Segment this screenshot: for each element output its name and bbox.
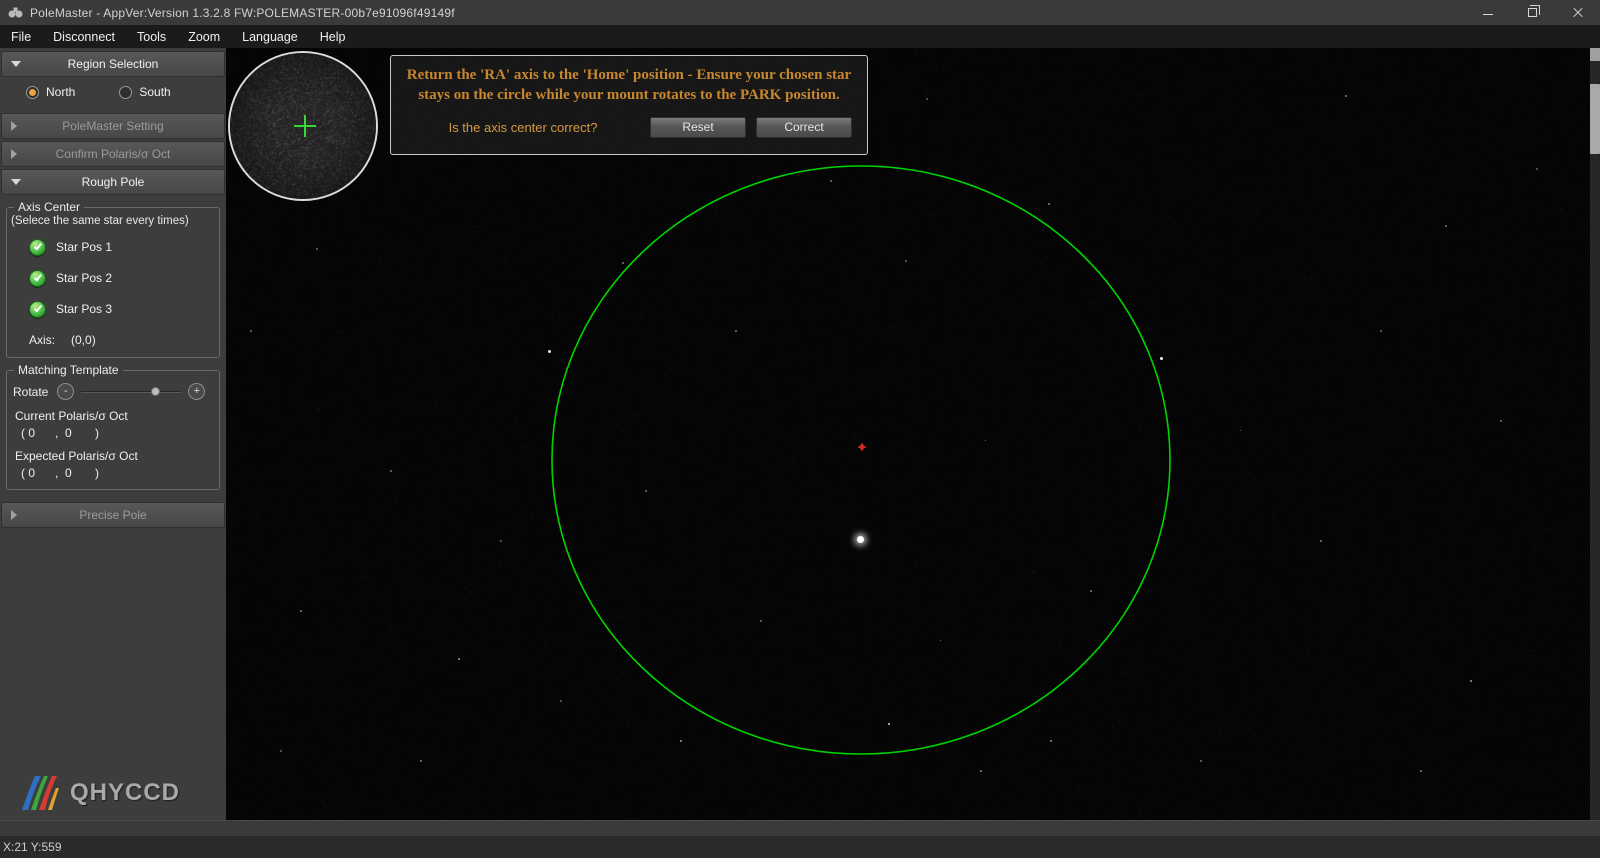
qhyccd-logo-text: QHYCCD (70, 779, 180, 807)
instruction-actions: Is the axis center correct? Reset Correc… (404, 117, 854, 138)
scrollbar-thumb[interactable] (1590, 84, 1600, 154)
section-title: Rough Pole (82, 175, 145, 189)
slider-thumb[interactable] (151, 387, 160, 396)
radio-south[interactable]: South (119, 85, 170, 99)
menubar: File Disconnect Tools Zoom Language Help (0, 25, 1600, 48)
qhyccd-logo: QHYCCD (18, 774, 180, 812)
titlebar: PoleMaster - AppVer:Version 1.3.2.8 FW:P… (0, 0, 1600, 25)
menu-file[interactable]: File (0, 25, 42, 48)
status-strip (0, 820, 1600, 836)
window-controls (1465, 0, 1600, 25)
restore-icon (1528, 8, 1537, 17)
section-precise-pole[interactable]: Precise Pole (1, 502, 225, 528)
axis-center-group: Axis Center (Selece the same star every … (6, 200, 220, 358)
expand-icon (11, 510, 17, 520)
reset-button[interactable]: Reset (650, 117, 746, 138)
collapse-icon (11, 61, 21, 67)
axis-readout: Axis: (0,0) (29, 333, 213, 347)
star-pos-1-button[interactable]: Star Pos 1 (29, 236, 213, 258)
collapse-icon (11, 179, 21, 185)
menu-help[interactable]: Help (309, 25, 357, 48)
menu-disconnect[interactable]: Disconnect (42, 25, 126, 48)
axis-center-title: Axis Center (14, 200, 84, 214)
axis-center-subtitle: (Selece the same star every times) (11, 215, 213, 227)
scroll-up-arrow[interactable] (1590, 48, 1600, 61)
rotate-plus-button[interactable]: + (188, 383, 205, 400)
starfield-noise (226, 48, 1590, 820)
radio-unselected-icon (119, 86, 132, 99)
star-pos-2-label: Star Pos 2 (56, 271, 112, 285)
matching-template-group: Matching Template Rotate - + Current Pol… (6, 363, 220, 490)
section-confirm-polaris[interactable]: Confirm Polaris/σ Oct (1, 141, 225, 167)
window-title: PoleMaster - AppVer:Version 1.3.2.8 FW:P… (30, 6, 455, 20)
content-area: Region Selection North South PoleMaster … (0, 48, 1600, 820)
check-icon (29, 239, 46, 256)
check-icon (29, 270, 46, 287)
rotate-minus-button[interactable]: - (57, 383, 74, 400)
section-rough-pole[interactable]: Rough Pole (1, 169, 225, 195)
slider-track (81, 391, 181, 393)
cursor-coordinates: X:21 Y:559 (3, 840, 62, 854)
current-polaris-label: Current Polaris/σ Oct (15, 409, 213, 423)
close-icon (1572, 7, 1584, 19)
expected-polaris-value: ( 0 , 0 ) (21, 466, 213, 480)
check-icon (29, 301, 46, 318)
close-button[interactable] (1555, 0, 1600, 25)
qhyccd-logo-icon (18, 774, 62, 812)
axis-value: (0,0) (71, 333, 96, 347)
instruction-text: Return the 'RA' axis to the 'Home' posit… (404, 65, 854, 106)
star-pos-2-button[interactable]: Star Pos 2 (29, 267, 213, 289)
expand-icon (11, 121, 17, 131)
polemaster-window: PoleMaster - AppVer:Version 1.3.2.8 FW:P… (0, 0, 1600, 858)
section-title: Confirm Polaris/σ Oct (56, 147, 171, 161)
section-title: PoleMaster Setting (62, 119, 163, 133)
rotate-control: Rotate - + (13, 383, 213, 400)
menu-language[interactable]: Language (231, 25, 309, 48)
star-pos-3-button[interactable]: Star Pos 3 (29, 298, 213, 320)
vertical-scrollbar[interactable] (1590, 48, 1600, 820)
crosshair-icon (304, 115, 306, 137)
minimize-button[interactable] (1465, 0, 1510, 25)
rotate-slider[interactable] (81, 384, 181, 400)
radio-north[interactable]: North (26, 85, 75, 99)
section-title: Region Selection (68, 57, 159, 71)
menu-zoom[interactable]: Zoom (177, 25, 231, 48)
matching-template-title: Matching Template (14, 363, 123, 377)
rotate-label: Rotate (13, 385, 48, 399)
region-radio-group: North South (0, 77, 226, 105)
minimize-icon (1483, 14, 1493, 15)
section-title: Precise Pole (79, 508, 146, 522)
radio-selected-icon (26, 86, 39, 99)
axis-center-question: Is the axis center correct? (406, 120, 640, 135)
expand-icon (11, 149, 17, 159)
radio-south-label: South (139, 85, 170, 99)
current-polaris-value: ( 0 , 0 ) (21, 426, 213, 440)
radio-north-label: North (46, 85, 75, 99)
magnifier-inset (228, 51, 378, 201)
expected-polaris-label: Expected Polaris/σ Oct (15, 449, 213, 463)
section-polemaster-setting[interactable]: PoleMaster Setting (1, 113, 225, 139)
star-pos-1-label: Star Pos 1 (56, 240, 112, 254)
axis-label: Axis: (29, 333, 55, 347)
menu-tools[interactable]: Tools (126, 25, 177, 48)
maximize-button[interactable] (1510, 0, 1555, 25)
instruction-panel: Return the 'RA' axis to the 'Home' posit… (390, 55, 868, 155)
app-icon (8, 7, 23, 18)
section-region-selection[interactable]: Region Selection (1, 51, 225, 77)
statusbar: X:21 Y:559 (0, 836, 1600, 858)
star-pos-3-label: Star Pos 3 (56, 302, 112, 316)
camera-view[interactable]: Return the 'RA' axis to the 'Home' posit… (226, 48, 1600, 820)
sidebar: Region Selection North South PoleMaster … (0, 48, 226, 820)
correct-button[interactable]: Correct (756, 117, 852, 138)
